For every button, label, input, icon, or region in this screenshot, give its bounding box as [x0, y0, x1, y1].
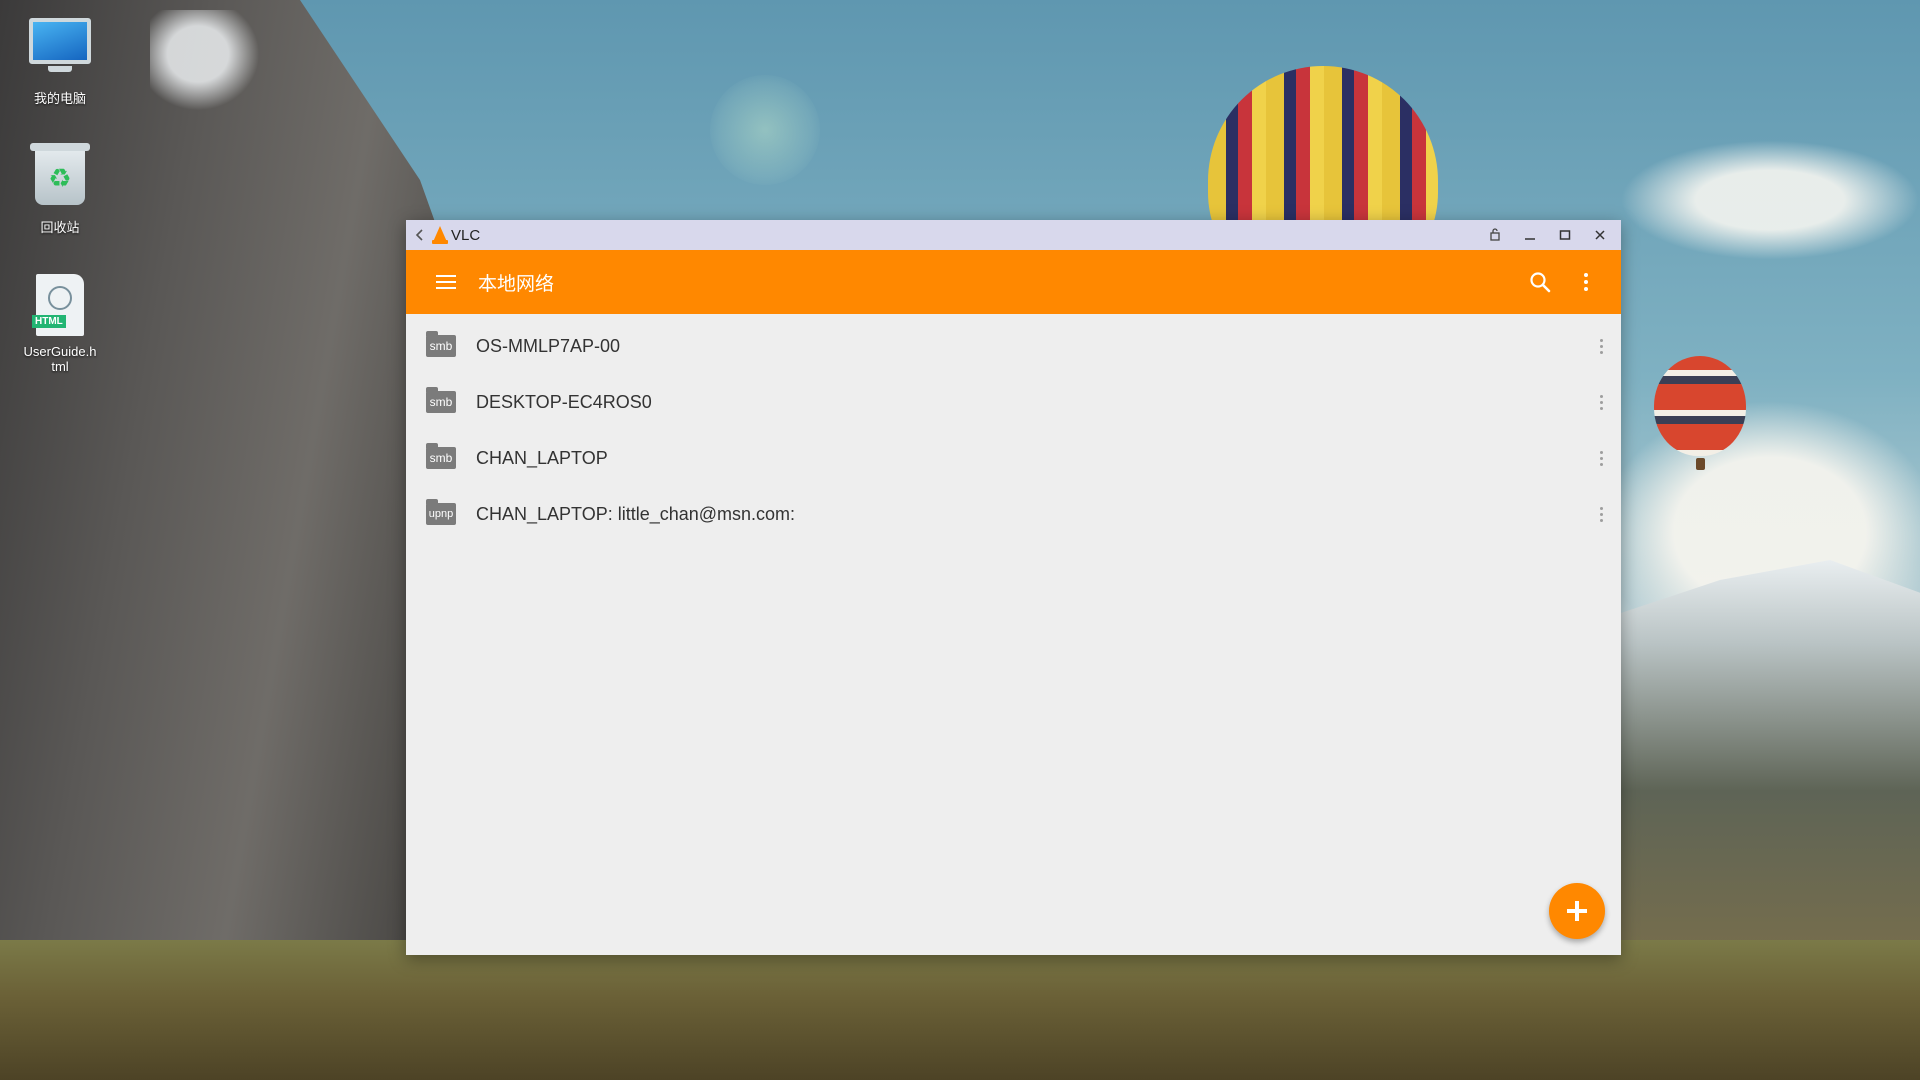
list-item[interactable]: upnp CHAN_LAPTOP: little_chan@msn.com:: [406, 486, 1621, 542]
recycle-bin-icon: ♻: [28, 143, 92, 211]
balloon-basket: [1696, 458, 1705, 470]
upnp-folder-icon: upnp: [426, 499, 456, 525]
back-icon[interactable]: [408, 220, 432, 250]
item-more-icon[interactable]: [1589, 318, 1613, 374]
desktop-icon-recycle-bin[interactable]: ♻ 回收站: [5, 143, 115, 236]
snow-patch: [150, 10, 270, 120]
list-item[interactable]: smb DESKTOP-EC4ROS0: [406, 374, 1621, 430]
rotate-icon[interactable]: [1477, 220, 1512, 250]
hot-air-balloon-small: [1654, 356, 1746, 456]
desktop-icon-my-computer[interactable]: 我的电脑: [5, 12, 115, 107]
desktop-icon-label: 我的电脑: [33, 91, 86, 106]
smb-folder-icon: smb: [426, 387, 456, 413]
item-more-icon[interactable]: [1589, 430, 1613, 486]
maximize-icon[interactable]: [1547, 220, 1582, 250]
clouds-top: [1620, 140, 1920, 260]
list-item[interactable]: smb CHAN_LAPTOP: [406, 430, 1621, 486]
minimize-icon[interactable]: [1512, 220, 1547, 250]
list-item-label: CHAN_LAPTOP: little_chan@msn.com:: [476, 503, 796, 524]
hamburger-menu-icon[interactable]: [416, 250, 476, 314]
close-icon[interactable]: [1582, 220, 1617, 250]
sun-glow: [710, 75, 820, 185]
mountain-right: [1600, 560, 1920, 980]
window-titlebar[interactable]: VLC: [406, 220, 1621, 250]
window-title: VLC: [451, 226, 481, 244]
item-more-icon[interactable]: [1589, 486, 1613, 542]
desktop-icon-label: 回收站: [40, 220, 80, 235]
search-icon[interactable]: [1517, 250, 1563, 314]
vlc-cone-icon: [432, 226, 448, 244]
more-options-icon[interactable]: [1563, 250, 1609, 314]
plus-icon: [1567, 901, 1587, 921]
vlc-window: VLC 本地网络 smb OS-MMLP7AP-00 smb DESKTOP-E…: [406, 220, 1621, 955]
add-server-button[interactable]: [1549, 883, 1605, 939]
desktop-icon-userguide[interactable]: HTML UserGuide.h tml: [5, 272, 115, 374]
smb-folder-icon: smb: [426, 331, 456, 357]
list-item[interactable]: smb OS-MMLP7AP-00: [406, 318, 1621, 374]
list-item-label: DESKTOP-EC4ROS0: [476, 391, 652, 412]
html-file-icon: HTML: [28, 274, 92, 338]
desktop-icon-label: UserGuide.h tml: [23, 344, 97, 374]
list-item-label: OS-MMLP7AP-00: [476, 335, 621, 356]
item-more-icon[interactable]: [1589, 374, 1613, 430]
app-toolbar: 本地网络: [406, 250, 1621, 314]
page-title: 本地网络: [478, 272, 555, 295]
ground: [0, 940, 1920, 1080]
list-item-label: CHAN_LAPTOP: [476, 447, 608, 468]
network-list: smb OS-MMLP7AP-00 smb DESKTOP-EC4ROS0 sm…: [406, 314, 1621, 542]
smb-folder-icon: smb: [426, 443, 456, 469]
computer-icon: [28, 18, 92, 82]
